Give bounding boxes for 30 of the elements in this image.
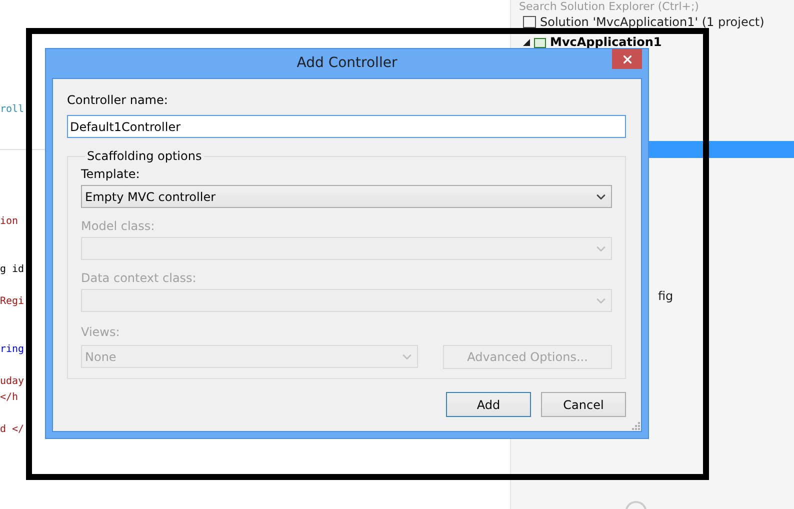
code-text: d </: [0, 423, 24, 437]
code-text: Regi: [0, 295, 24, 309]
code-text: ring: [0, 343, 24, 357]
resize-grip-icon: [632, 422, 640, 430]
expand-triangle-icon: [523, 39, 530, 46]
dialog-button[interactable]: Cancel: [541, 392, 626, 417]
tree-item[interactable]: Solution 'MvcApplication1' (1 project): [511, 15, 764, 28]
dropdown-value: Empty MVC controller: [85, 188, 216, 206]
tree-item[interactable]: fig: [658, 287, 674, 303]
field-label: Data context class:: [81, 271, 198, 286]
code-text: uday: [0, 375, 24, 389]
code-text: ion: [0, 215, 18, 229]
field-label: Controller name:: [67, 93, 169, 108]
dialog-button[interactable]: Add: [446, 392, 531, 417]
controller-name-field[interactable]: Default1Controller: [67, 115, 626, 138]
group-legend: Scaffolding options: [85, 147, 204, 165]
field-label: Views:: [81, 325, 121, 340]
dialog-title: Add Controller: [296, 54, 398, 73]
dropdown[interactable]: Empty MVC controller: [81, 185, 612, 208]
dropdown-value: None: [85, 348, 116, 366]
close-icon: [620, 52, 634, 66]
project-icon: [534, 38, 546, 48]
field-label: Template:: [81, 167, 141, 182]
field-label: Model class:: [81, 219, 156, 234]
code-text: </h: [0, 391, 18, 405]
solution-icon: [523, 16, 536, 28]
tree-item[interactable]: MvcApplication1: [511, 36, 662, 49]
code-text: roll: [0, 103, 24, 117]
code-text: g id: [0, 263, 24, 277]
close-button[interactable]: [612, 49, 642, 69]
